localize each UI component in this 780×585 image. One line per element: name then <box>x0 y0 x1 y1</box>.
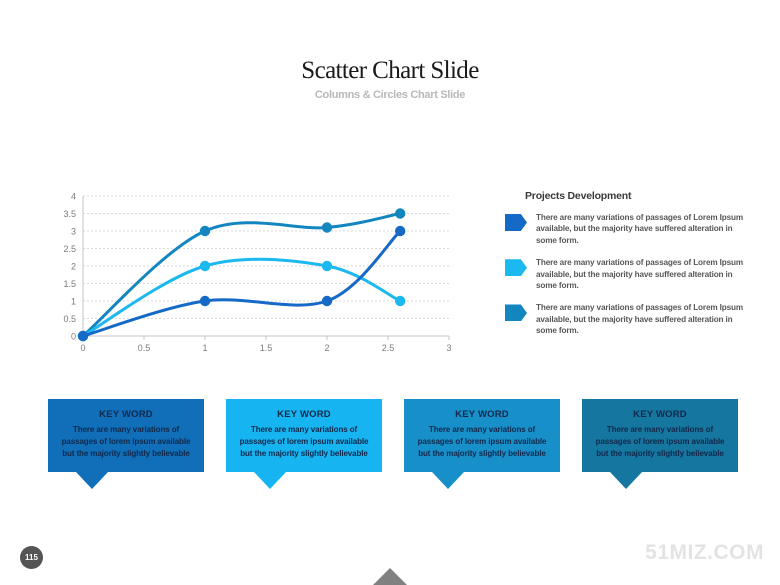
chart-y-tick-labels: 0 0.5 1 1.5 2 2.5 3 3.5 4 <box>63 192 76 342</box>
legend-item: There are many variations of passages of… <box>505 302 755 336</box>
legend-item: There are many variations of passages of… <box>505 212 755 246</box>
pentagon-arrow-icon <box>505 214 527 231</box>
svg-text:1.5: 1.5 <box>260 343 273 353</box>
keyword-card-body: KEY WORD There are many variations of pa… <box>404 399 560 472</box>
legend-item-text: There are many variations of passages of… <box>536 303 743 336</box>
scatter-line-chart: 0 0.5 1 1.5 2 2.5 3 3.5 4 0 0.5 1 1.5 2 2.5 3 <box>57 188 457 363</box>
legend-item: There are many variations of passages of… <box>505 257 755 291</box>
watermark-text: 51MIZ.COM <box>645 541 764 564</box>
pentagon-arrow-icon <box>505 259 527 277</box>
keyword-card[interactable]: KEY WORD There are many variations of pa… <box>404 399 560 489</box>
legend-item-text: There are many variations of passages of… <box>536 213 743 245</box>
svg-text:2: 2 <box>324 343 329 353</box>
svg-text:2: 2 <box>71 262 76 272</box>
triangle-up-icon[interactable] <box>373 568 407 585</box>
card-pointer-icon <box>254 472 286 489</box>
keyword-card[interactable]: KEY WORD There are many variations of pa… <box>226 399 382 489</box>
svg-text:2.5: 2.5 <box>63 244 76 254</box>
keyword-card-text: There are many variations of passages of… <box>417 425 547 458</box>
page-title: Scatter Chart Slide <box>301 57 479 84</box>
keyword-card-text: There are many variations of passages of… <box>595 425 725 458</box>
keyword-card-text: There are many variations of passages of… <box>239 425 369 458</box>
card-pointer-icon <box>610 472 642 489</box>
svg-text:3: 3 <box>71 227 76 237</box>
chart-series <box>77 208 406 342</box>
legend-panel: Projects Development There are many vari… <box>505 190 755 348</box>
page-number-badge: 115 <box>20 546 43 569</box>
keyword-card-body: KEY WORD There are many variations of pa… <box>226 399 382 472</box>
keyword-card[interactable]: KEY WORD There are many variations of pa… <box>582 399 738 489</box>
keyword-cards-row: KEY WORD There are many variations of pa… <box>48 399 738 489</box>
pentagon-arrow-icon <box>505 304 527 322</box>
svg-text:1.5: 1.5 <box>63 279 76 289</box>
keyword-card-text: There are many variations of passages of… <box>61 425 191 458</box>
svg-text:2.5: 2.5 <box>382 343 395 353</box>
keyword-card[interactable]: KEY WORD There are many variations of pa… <box>48 399 204 489</box>
svg-text:3.5: 3.5 <box>63 209 76 219</box>
svg-text:0: 0 <box>71 332 76 342</box>
keyword-card-title: KEY WORD <box>277 409 331 420</box>
svg-text:0: 0 <box>80 343 85 353</box>
keyword-card-title: KEY WORD <box>455 409 509 420</box>
svg-text:4: 4 <box>71 192 76 202</box>
svg-text:1: 1 <box>202 343 207 353</box>
keyword-card-body: KEY WORD There are many variations of pa… <box>582 399 738 472</box>
svg-text:1: 1 <box>71 297 76 307</box>
slide-header: Scatter Chart Slide Columns & Circles Ch… <box>0 56 780 101</box>
chart-x-tick-labels: 0 0.5 1 1.5 2 2.5 3 <box>80 343 451 353</box>
chart-x-tickmarks <box>82 336 450 340</box>
legend-title: Projects Development <box>525 190 632 202</box>
svg-text:3: 3 <box>446 343 451 353</box>
keyword-card-title: KEY WORD <box>633 409 687 420</box>
chart-axes <box>82 196 449 337</box>
card-pointer-icon <box>76 472 108 489</box>
legend-item-text: There are many variations of passages of… <box>536 258 743 291</box>
svg-text:0.5: 0.5 <box>138 343 151 353</box>
chart-canvas: 0 0.5 1 1.5 2 2.5 3 3.5 4 0 0.5 1 1.5 2 2.5 3 <box>63 192 451 354</box>
keyword-card-title: KEY WORD <box>99 409 153 420</box>
chart-gridlines <box>83 195 449 337</box>
svg-text:0.5: 0.5 <box>63 314 76 324</box>
keyword-card-body: KEY WORD There are many variations of pa… <box>48 399 204 472</box>
card-pointer-icon <box>432 472 464 489</box>
page-subtitle: Columns & Circles Chart Slide <box>314 89 466 101</box>
